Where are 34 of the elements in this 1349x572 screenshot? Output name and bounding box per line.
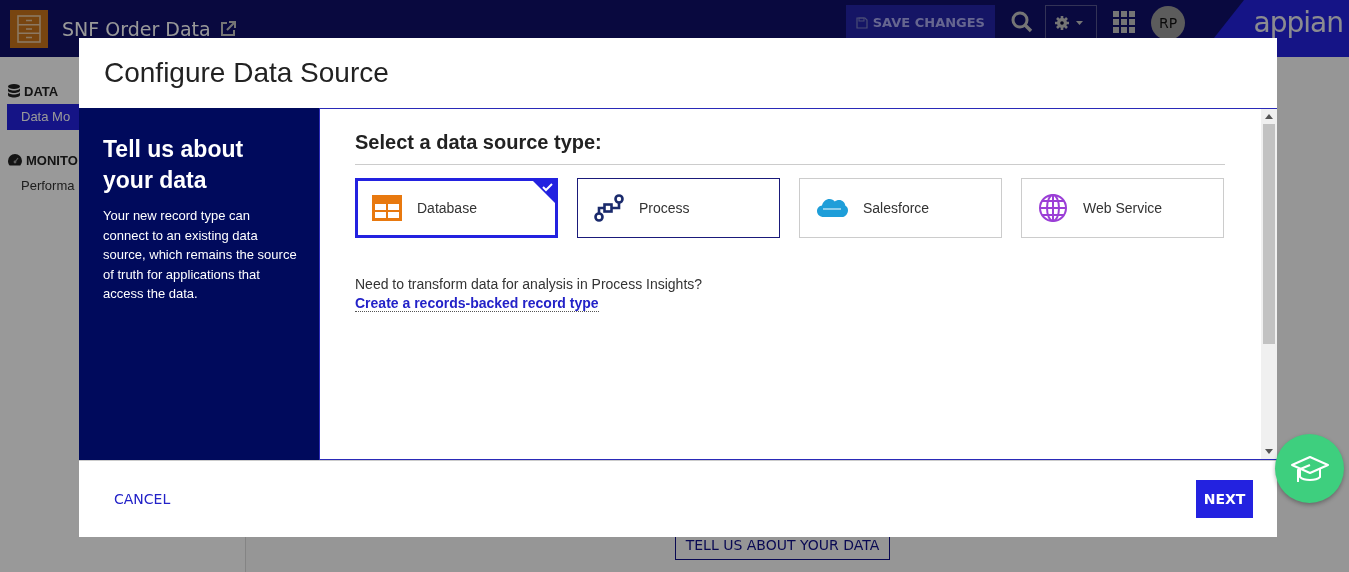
intro-heading: Tell us about your data bbox=[103, 135, 245, 195]
external-link-icon bbox=[218, 19, 237, 38]
helper-text: Need to transform data for analysis in Process Insights? bbox=[355, 276, 704, 292]
dialog-title: Configure Data Source bbox=[104, 57, 389, 89]
search-icon bbox=[1011, 10, 1033, 33]
save-icon bbox=[855, 16, 868, 29]
section-heading: Select a data source type: bbox=[355, 131, 1225, 165]
globe-icon bbox=[1038, 193, 1068, 223]
next-button[interactable]: NEXT bbox=[1196, 480, 1253, 518]
data-source-option[interactable]: Process bbox=[577, 178, 780, 238]
cloud-icon bbox=[816, 197, 848, 219]
cabinet-icon bbox=[10, 9, 48, 48]
process-icon bbox=[594, 193, 624, 223]
checkmark-icon bbox=[533, 181, 555, 203]
data-source-option[interactable]: Salesforce bbox=[799, 178, 1002, 238]
brand-logo: appian bbox=[1253, 6, 1343, 39]
cancel-button[interactable]: CANCEL bbox=[103, 483, 182, 515]
data-source-option[interactable]: Web Service bbox=[1021, 178, 1224, 238]
table-icon bbox=[372, 195, 402, 221]
help-button[interactable] bbox=[1275, 434, 1344, 503]
app-title: SNF Order Data bbox=[62, 17, 211, 40]
data-source-option[interactable]: Database bbox=[355, 178, 558, 238]
apps-grid-button[interactable] bbox=[1113, 10, 1135, 33]
scrollbar[interactable] bbox=[1261, 109, 1277, 459]
grid-icon bbox=[1113, 10, 1135, 33]
search-button[interactable] bbox=[1011, 10, 1033, 33]
section-label: DATA bbox=[24, 83, 59, 99]
intro-text: Your new record type can connect to an existing data source, which remains the source of truth for applications that access the data. bbox=[103, 207, 298, 304]
database-icon bbox=[8, 84, 20, 98]
section-label: MONITO bbox=[26, 152, 78, 168]
records-backed-link[interactable]: Create a records-backed record type bbox=[355, 295, 599, 312]
scroll-up-icon bbox=[1265, 114, 1273, 119]
gauge-icon bbox=[8, 154, 22, 166]
scroll-down-icon bbox=[1265, 449, 1273, 454]
